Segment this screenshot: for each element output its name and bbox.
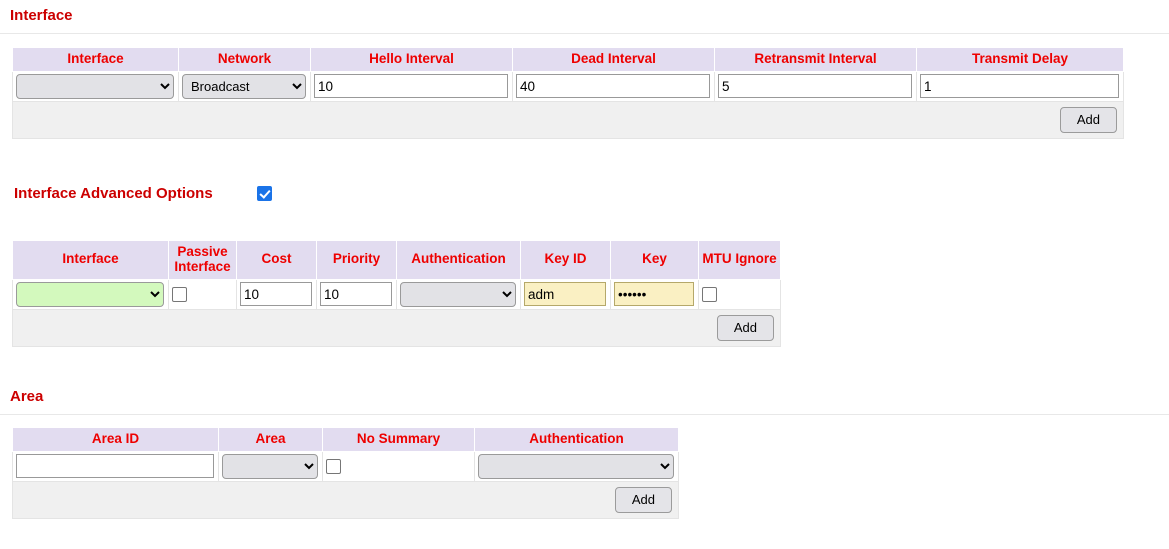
interface-table-wrapper: Interface Network Hello Interval Dead In… xyxy=(12,47,1124,139)
network-select[interactable]: Broadcast xyxy=(182,73,306,99)
area-table-wrapper: Area ID Area No Summary Authentication A… xyxy=(12,427,679,519)
area-table-header-row: Area ID Area No Summary Authentication xyxy=(12,427,679,452)
column-header-no-summary: No Summary xyxy=(322,427,475,452)
passive-interface-checkbox[interactable] xyxy=(172,287,187,303)
cell-adv-interface xyxy=(12,278,169,310)
area-add-button[interactable]: Add xyxy=(614,486,672,513)
column-header-adv-interface: Interface xyxy=(12,240,169,280)
cell-passive-interface xyxy=(168,278,237,310)
interface-add-button[interactable]: Add xyxy=(1059,106,1117,133)
cell-priority xyxy=(316,278,397,310)
interface-select[interactable] xyxy=(16,73,174,99)
advanced-options-enable-checkbox[interactable] xyxy=(256,186,272,201)
key-id-input[interactable] xyxy=(524,282,606,307)
cell-dead-interval xyxy=(512,70,715,102)
advanced-table-add-row: Add xyxy=(12,308,781,347)
column-header-key-id: Key ID xyxy=(520,240,611,280)
column-header-authentication: Authentication xyxy=(396,240,521,280)
dead-interval-input[interactable] xyxy=(516,74,710,99)
retransmit-interval-input[interactable] xyxy=(718,74,912,99)
interface-table-input-row: Broadcast xyxy=(12,70,1124,102)
column-header-area: Area xyxy=(218,427,323,452)
cell-key-id xyxy=(520,278,611,310)
area-id-input[interactable] xyxy=(16,454,214,479)
interface-table-header-row: Interface Network Hello Interval Dead In… xyxy=(12,47,1124,72)
adv-authentication-select[interactable] xyxy=(400,281,516,307)
advanced-table-header-row: Interface Passive Interface Cost Priorit… xyxy=(12,240,781,280)
column-header-area-authentication: Authentication xyxy=(474,427,679,452)
cell-no-summary xyxy=(322,450,475,482)
column-header-mtu-ignore: MTU Ignore xyxy=(698,240,781,280)
interface-section-title: Interface xyxy=(10,8,73,23)
mtu-ignore-checkbox[interactable] xyxy=(702,287,717,303)
cell-transmit-delay xyxy=(916,70,1124,102)
area-table-add-row: Add xyxy=(12,480,679,519)
area-section-title: Area xyxy=(10,389,43,404)
cell-adv-authentication xyxy=(396,278,521,310)
column-header-priority: Priority xyxy=(316,240,397,280)
area-section-divider xyxy=(0,414,1169,415)
cell-area-add: Add xyxy=(12,480,679,519)
no-summary-checkbox[interactable] xyxy=(326,459,341,475)
column-header-key: Key xyxy=(610,240,699,280)
ospf-settings-page: Interface Interface Network Hello Interv… xyxy=(0,0,1169,549)
column-header-transmit-delay: Transmit Delay xyxy=(916,47,1124,72)
interface-table-add-row: Add xyxy=(12,100,1124,139)
key-input[interactable] xyxy=(614,282,694,307)
column-header-hello-interval: Hello Interval xyxy=(310,47,513,72)
cost-input[interactable] xyxy=(240,282,312,307)
advanced-section-title: Interface Advanced Options xyxy=(14,185,213,202)
interface-table: Interface Network Hello Interval Dead In… xyxy=(12,47,1124,139)
area-table-input-row xyxy=(12,450,679,482)
column-header-interface: Interface xyxy=(12,47,179,72)
area-title: Area xyxy=(10,388,44,405)
advanced-add-button[interactable]: Add xyxy=(716,314,774,341)
advanced-options-table: Interface Passive Interface Cost Priorit… xyxy=(12,240,781,347)
cell-area-id xyxy=(12,450,219,482)
area-authentication-select[interactable] xyxy=(478,453,674,479)
transmit-delay-input[interactable] xyxy=(920,74,1119,99)
cell-cost xyxy=(236,278,317,310)
interface-section-divider xyxy=(0,33,1169,34)
cell-area-authentication xyxy=(474,450,679,482)
cell-interface-add: Add xyxy=(12,100,1124,139)
hello-interval-input[interactable] xyxy=(314,74,508,99)
area-table: Area ID Area No Summary Authentication A… xyxy=(12,427,679,519)
column-header-cost: Cost xyxy=(236,240,317,280)
advanced-table-wrapper: Interface Passive Interface Cost Priorit… xyxy=(12,240,781,347)
area-select[interactable] xyxy=(222,453,318,479)
priority-input[interactable] xyxy=(320,282,392,307)
page-title: Interface xyxy=(10,7,73,24)
column-header-network: Network xyxy=(178,47,311,72)
advanced-section-title-row: Interface Advanced Options xyxy=(14,186,272,201)
cell-retransmit-interval xyxy=(714,70,917,102)
column-header-area-id: Area ID xyxy=(12,427,219,452)
cell-mtu-ignore xyxy=(698,278,781,310)
cell-network: Broadcast xyxy=(178,70,311,102)
column-header-retransmit-interval: Retransmit Interval xyxy=(714,47,917,72)
column-header-dead-interval: Dead Interval xyxy=(512,47,715,72)
column-header-passive-interface: Passive Interface xyxy=(168,240,237,280)
cell-key xyxy=(610,278,699,310)
advanced-table-input-row xyxy=(12,278,781,310)
cell-advanced-add: Add xyxy=(12,308,781,347)
adv-interface-select[interactable] xyxy=(16,281,164,307)
cell-interface xyxy=(12,70,179,102)
cell-area xyxy=(218,450,323,482)
cell-hello-interval xyxy=(310,70,513,102)
